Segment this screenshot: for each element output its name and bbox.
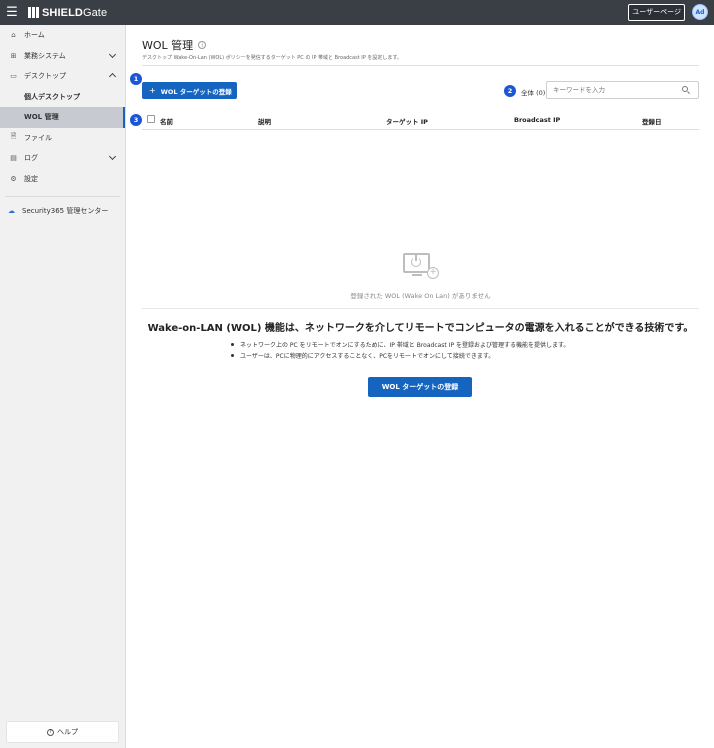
chevron-down-icon — [108, 152, 117, 161]
sidebar-item-label: 個人デスクトップ — [24, 92, 80, 101]
list-item: ユーザーは、PCに物理的にアクセスすることなく、PCをリモートでオンにして接続で… — [231, 351, 569, 362]
sidebar-item-log[interactable]: ▤ ログ — [0, 148, 125, 169]
title-divider — [142, 65, 699, 66]
sidebar-item-label: ホーム — [24, 31, 45, 40]
step-badge-2: 2 — [504, 85, 516, 97]
avatar[interactable]: Ad — [692, 4, 708, 20]
sidebar-item-wol[interactable]: WOL 管理 — [0, 107, 125, 128]
sidebar-item-home[interactable]: ⌂ ホーム — [0, 25, 125, 46]
cloud-icon: ☁ — [8, 207, 15, 216]
column-header-description[interactable]: 説明 — [258, 116, 271, 126]
sidebar-item-label: デスクトップ — [24, 72, 66, 81]
search-input[interactable] — [553, 86, 673, 94]
help-icon: ? — [47, 728, 54, 736]
plus-icon: + — [149, 86, 156, 95]
column-header-registered-date[interactable]: 登録日 — [642, 116, 662, 126]
column-header-target-ip[interactable]: ターゲット IP — [386, 116, 428, 126]
file-icon: 🗎 — [10, 132, 17, 141]
step-badge-3: 3 — [130, 114, 142, 126]
sidebar-item-label: 設定 — [24, 174, 38, 183]
power-monitor-icon: + — [403, 251, 439, 285]
help-button[interactable]: ? ヘルプ — [6, 721, 119, 743]
info-icon[interactable]: i — [198, 41, 207, 49]
total-count: 全体 (0) — [521, 89, 546, 97]
page-description: デスクトップ Wake-On-Lan (WOL) ポリシーを発信するターゲット … — [142, 55, 402, 61]
log-icon: ▤ — [10, 154, 17, 163]
step-badge-1: 1 — [130, 73, 142, 85]
page-title: WOL 管理 i — [142, 37, 207, 53]
empty-state-divider — [142, 308, 699, 309]
register-wol-target-button[interactable]: WOL ターゲットの登録 — [368, 377, 472, 397]
sidebar-item-label: WOL 管理 — [24, 113, 59, 122]
sidebar-item-security365[interactable]: ☁ Security365 管理センター — [0, 201, 125, 222]
chevron-down-icon — [108, 50, 117, 58]
sidebar-item-label: 業務システム — [24, 51, 66, 60]
wol-feature-headline: Wake-on-LAN (WOL) 機能は、ネットワークを介してリモートでコンピ… — [147, 323, 694, 334]
empty-state-message: 登録された WOL (Wake On Lan) がありません — [350, 292, 491, 300]
sidebar-item-label: ログ — [24, 154, 38, 163]
user-page-button[interactable]: ユーザーページ — [628, 4, 685, 21]
sidebar-item-personal-desktop[interactable]: 個人デスクトップ — [0, 87, 125, 108]
main-content: WOL 管理 i デスクトップ Wake-On-Lan (WOL) ポリシーを発… — [127, 25, 714, 748]
chevron-up-icon — [108, 72, 117, 81]
gear-icon: ⚙ — [10, 174, 17, 183]
sidebar-item-business-system[interactable]: ⊞ 業務システム — [0, 46, 125, 67]
logo-text-bold: SHIELD — [42, 6, 83, 19]
sidebar-item-settings[interactable]: ⚙ 設定 — [0, 169, 125, 190]
monitor-icon: ▭ — [10, 72, 17, 81]
select-all-checkbox[interactable] — [147, 115, 155, 123]
help-label: ヘルプ — [57, 728, 78, 736]
search-box[interactable] — [546, 81, 699, 99]
sidebar-item-file[interactable]: 🗎 ファイル — [0, 128, 125, 149]
sidebar-item-label: Security365 管理センター — [22, 207, 109, 216]
column-header-broadcast-ip[interactable]: Broadcast IP — [514, 116, 560, 124]
sidebar-item-label: ファイル — [24, 133, 52, 142]
sidebar-item-desktop[interactable]: ▭ デスクトップ — [0, 66, 125, 87]
logo-icon — [28, 7, 39, 18]
top-bar: ☰ SHIELDGate ユーザーページ Ad — [0, 0, 714, 25]
logo[interactable]: SHIELDGate — [28, 7, 107, 19]
hamburger-icon[interactable]: ☰ — [0, 0, 24, 25]
column-header-name[interactable]: 名前 — [160, 116, 173, 126]
search-icon[interactable] — [682, 86, 690, 95]
grid-icon: ⊞ — [10, 51, 17, 60]
home-icon: ⌂ — [11, 31, 16, 40]
page-title-text: WOL 管理 — [142, 39, 194, 52]
table-header: 名前 説明 ターゲット IP Broadcast IP 登録日 — [142, 112, 699, 130]
add-wol-target-button[interactable]: + WOL ターゲットの登録 — [142, 82, 237, 99]
logo-text-regular: Gate — [82, 6, 108, 19]
list-item: ネットワーク上の PC をリモートでオンにするために、IP 帯域と Broadc… — [231, 340, 569, 351]
add-wol-target-label: WOL ターゲットの登録 — [160, 87, 232, 96]
sidebar: ⌂ ホーム ⊞ 業務システム ▭ デスクトップ 個人デスクトップ WOL 管理 … — [0, 25, 126, 748]
wol-feature-bullets: ネットワーク上の PC をリモートでオンにするために、IP 帯域と Broadc… — [231, 340, 569, 362]
sidebar-divider — [5, 196, 120, 197]
